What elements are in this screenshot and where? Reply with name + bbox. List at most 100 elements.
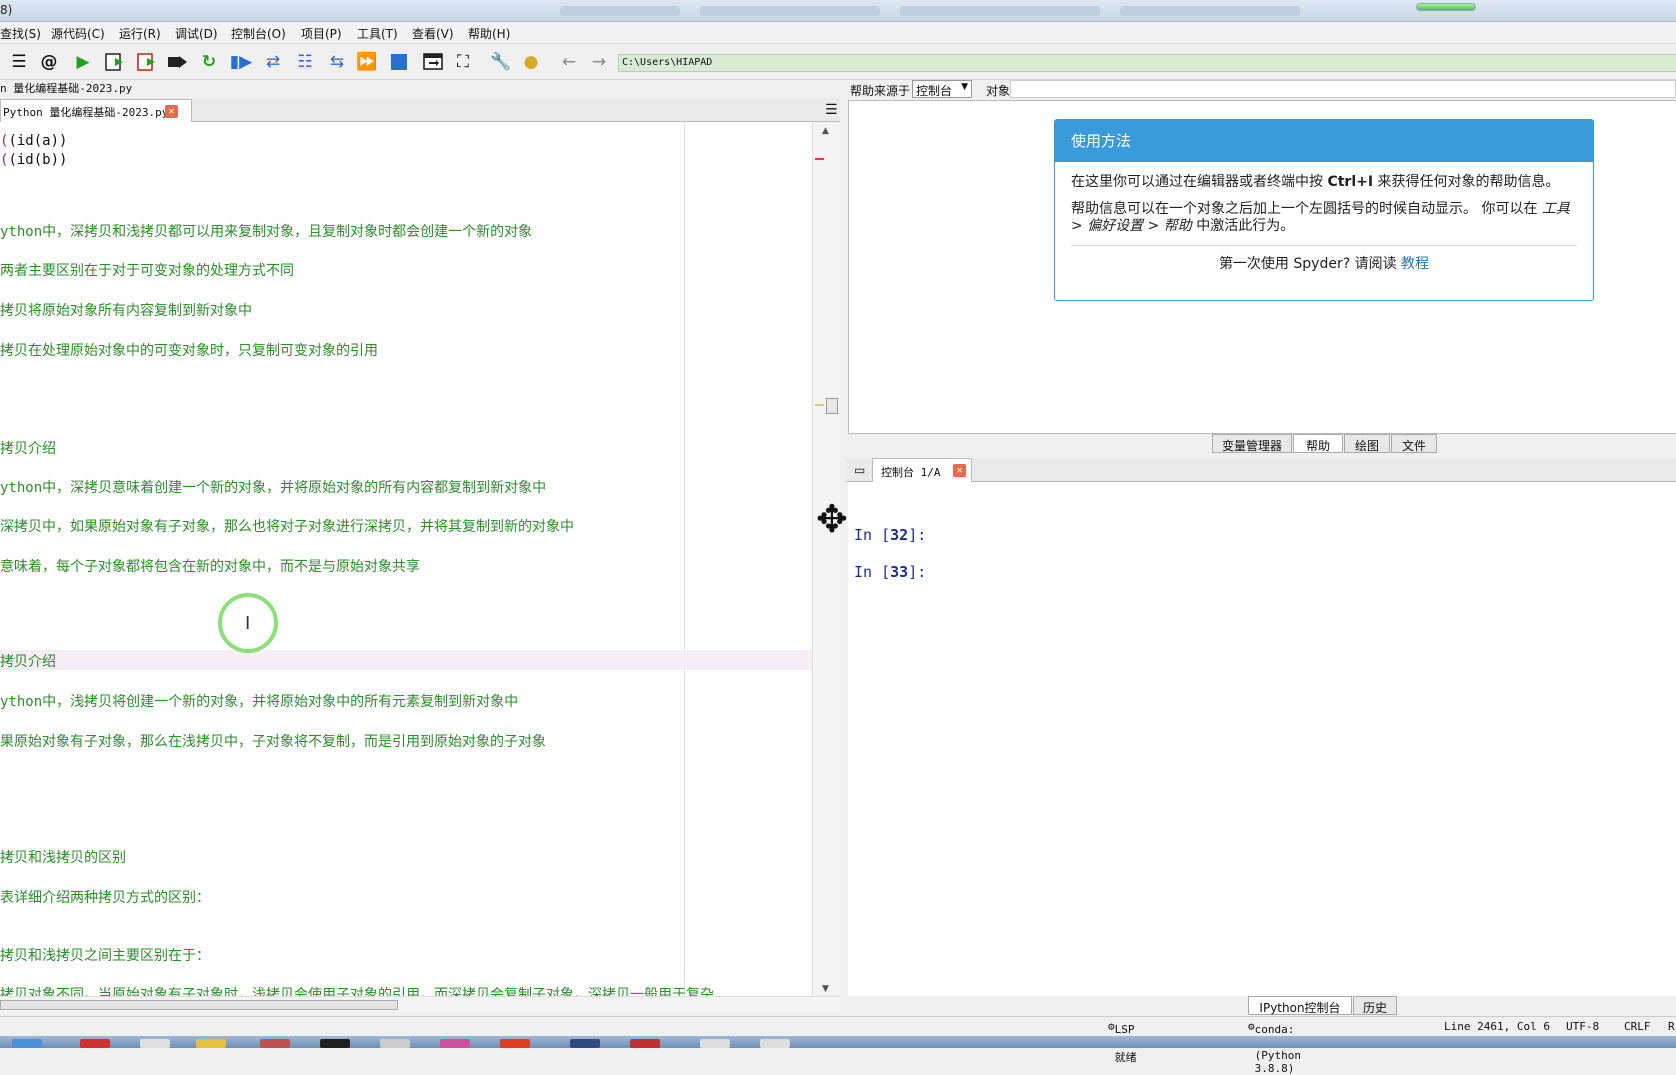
- preferences-icon[interactable]: 🔧: [490, 51, 512, 73]
- python-path-icon[interactable]: ●: [520, 51, 542, 73]
- ipython-console[interactable]: In [32]: In [33]:: [848, 482, 1676, 996]
- code-line: 拷贝在处理原始对象中的可变对象时，只复制可变对象的引用: [0, 343, 378, 359]
- taskbar-app-icon[interactable]: [630, 1039, 660, 1048]
- statusbar: ⚙LSP Python: 就绪 ⚙conda: base (Python 3.8…: [0, 1016, 1676, 1075]
- scroll-thumb[interactable]: [826, 398, 838, 414]
- warning-marker: [815, 404, 824, 406]
- run-cell-icon[interactable]: [104, 51, 126, 73]
- scroll-down-icon[interactable]: ▼: [822, 984, 829, 994]
- conda-status: ⚙conda: base (Python 3.8.8): [1248, 1020, 1301, 1075]
- code-line: 意味着，每个子对象都将包含在新的对象中，而不是与原始对象共享: [0, 559, 420, 575]
- usage-paragraph: 在这里你可以通过在编辑器或者终端中按 Ctrl+I 来获得任何对象的帮助信息。: [1071, 174, 1560, 190]
- taskbar-app-icon[interactable]: [140, 1039, 170, 1048]
- usage-card: 使用方法 在这里你可以通过在编辑器或者终端中按 Ctrl+I 来获得任何对象的帮…: [1054, 119, 1594, 301]
- help-object-input[interactable]: [1010, 80, 1676, 98]
- close-icon[interactable]: ✕: [165, 105, 178, 118]
- help-toolbar: 帮助来源于 控制台 ▼ 对象: [846, 80, 1676, 100]
- taskbar-app-icon[interactable]: [440, 1039, 470, 1048]
- maximize-pane-icon[interactable]: [422, 51, 444, 73]
- code-line: 拷贝和浅拷贝之间主要区别在于：: [0, 948, 210, 964]
- run-cell-advance-icon[interactable]: [136, 51, 158, 73]
- editor-tab-label: Python 量化编程基础-2023.py: [3, 106, 169, 119]
- step-return-icon[interactable]: ⇆: [326, 51, 348, 73]
- menu-help[interactable]: 帮助(H): [468, 25, 510, 42]
- code-line: ((id(b)): [0, 152, 68, 168]
- step-icon[interactable]: ⇄: [262, 51, 284, 73]
- menu-view[interactable]: 查看(V): [412, 25, 454, 42]
- tab-plots[interactable]: 绘图: [1344, 434, 1390, 453]
- forward-icon[interactable]: →: [588, 51, 610, 73]
- cursor-position: Line 2461, Col 6: [1444, 1020, 1550, 1033]
- taskbar-app-icon[interactable]: [196, 1039, 226, 1048]
- menu-debug[interactable]: 调试(D): [175, 25, 218, 42]
- dropdown-arrow-icon: ▼: [961, 82, 968, 92]
- taskbar-app-icon[interactable]: [500, 1039, 530, 1048]
- editor-tab[interactable]: Python 量化编程基础-2023.py ✕: [0, 99, 192, 122]
- code-line: 表详细介绍两种拷贝方式的区别：: [0, 890, 210, 906]
- menu-search[interactable]: 查找(S): [0, 25, 41, 42]
- taskbar-app-icon[interactable]: [700, 1039, 730, 1048]
- at-icon[interactable]: @: [38, 51, 60, 73]
- help-object-label: 对象: [986, 84, 1011, 98]
- back-icon[interactable]: ←: [558, 51, 580, 73]
- tab-variable-explorer[interactable]: 变量管理器: [1212, 434, 1292, 453]
- usage-card-title: 使用方法: [1055, 120, 1593, 162]
- first-time-note: 第一次使用 Spyder? 请阅读 教程: [1218, 256, 1430, 272]
- editor-tabbar: Python 量化编程基础-2023.py ✕ ☰: [0, 98, 840, 122]
- debug-icon[interactable]: ▮▶: [230, 51, 252, 73]
- tab-history[interactable]: 历史: [1353, 996, 1397, 1015]
- list-icon[interactable]: ☰: [8, 51, 30, 73]
- progress-indicator: [1416, 3, 1476, 11]
- editor-horizontal-scrollbar[interactable]: [0, 996, 840, 1012]
- window-title: 8): [0, 3, 13, 17]
- lsp-status: ⚙LSP Python: 就绪: [1108, 1020, 1161, 1064]
- taskbar-app-icon[interactable]: [12, 1039, 42, 1048]
- editor-file-path: n 量化编程基础-2023.py: [0, 82, 133, 95]
- menu-console[interactable]: 控制台(O): [231, 25, 286, 42]
- run-icon[interactable]: ▶: [72, 51, 94, 73]
- taskbar-app-icon[interactable]: [380, 1039, 410, 1048]
- background-tab: [900, 6, 1100, 16]
- menu-run[interactable]: 运行(R): [119, 25, 161, 42]
- tab-files[interactable]: 文件: [1391, 434, 1437, 453]
- file-encoding: UTF-8: [1566, 1020, 1600, 1033]
- code-line: ython中，浅拷贝将创建一个新的对象，并将原始对象中的所有元素复制到新对象中: [0, 694, 519, 710]
- help-source-select[interactable]: 控制台 ▼: [912, 80, 972, 98]
- code-line: 拷贝介绍: [0, 654, 56, 670]
- background-tab: [700, 6, 880, 16]
- run-selection-icon[interactable]: [166, 51, 188, 73]
- menubar: 查找(S) 源代码(C) 运行(R) 调试(D) 控制台(O) 项目(P) 工具…: [0, 22, 1676, 44]
- code-line: 拷贝对象不同。当原始对象有子对象时，浅拷贝会使用子对象的引用，而深拷贝会复制子对…: [0, 987, 714, 996]
- tab-help[interactable]: 帮助: [1293, 434, 1343, 453]
- horizontal-scroll-thumb[interactable]: [0, 1000, 398, 1010]
- taskbar-app-icon[interactable]: [80, 1039, 110, 1048]
- menu-source[interactable]: 源代码(C): [51, 25, 105, 42]
- tab-ipython-console[interactable]: IPython控制台: [1248, 996, 1352, 1015]
- line-endings: CRLF: [1624, 1020, 1651, 1033]
- continue-icon[interactable]: ⏩: [356, 51, 378, 73]
- rerun-icon[interactable]: ↻: [198, 51, 220, 73]
- move-cursor-icon: ✥: [816, 497, 848, 541]
- tutorial-link[interactable]: 教程: [1401, 256, 1429, 272]
- working-directory-field[interactable]: C:\Users\HIAPAD: [618, 54, 1676, 72]
- code-line: 拷贝将原始对象所有内容复制到新对象中: [0, 303, 252, 319]
- code-line: ((id(a)): [0, 133, 68, 149]
- step-into-icon[interactable]: ☷: [294, 51, 316, 73]
- scroll-up-icon[interactable]: ▲: [822, 126, 829, 136]
- browse-tabs-icon[interactable]: ▭: [854, 463, 865, 477]
- taskbar-app-icon[interactable]: [760, 1039, 790, 1048]
- menu-tools[interactable]: 工具(T): [357, 25, 398, 42]
- options-menu-icon[interactable]: ☰: [825, 102, 838, 118]
- taskbar-app-icon[interactable]: [570, 1039, 600, 1048]
- stop-icon[interactable]: [388, 51, 410, 73]
- taskbar-app-icon[interactable]: [320, 1039, 350, 1048]
- console-tab[interactable]: 控制台 1/A ✕: [872, 458, 972, 482]
- close-icon[interactable]: ✕: [953, 464, 966, 477]
- menu-projects[interactable]: 项目(P): [301, 25, 342, 42]
- code-line: 深拷贝中，如果原始对象有子对象，那么也将对子对象进行深拷贝，并将其复制到新的对象…: [0, 519, 574, 535]
- taskbar-app-icon[interactable]: [260, 1039, 290, 1048]
- os-taskbar: [0, 1036, 1676, 1048]
- editor-vertical-scrollbar[interactable]: ▲ ▼: [812, 122, 840, 996]
- code-editor[interactable]: ((id(a)) ((id(b)) ython中，深拷贝和浅拷贝都可以用来复制对…: [0, 122, 812, 996]
- fullscreen-icon[interactable]: ⛶: [452, 51, 474, 73]
